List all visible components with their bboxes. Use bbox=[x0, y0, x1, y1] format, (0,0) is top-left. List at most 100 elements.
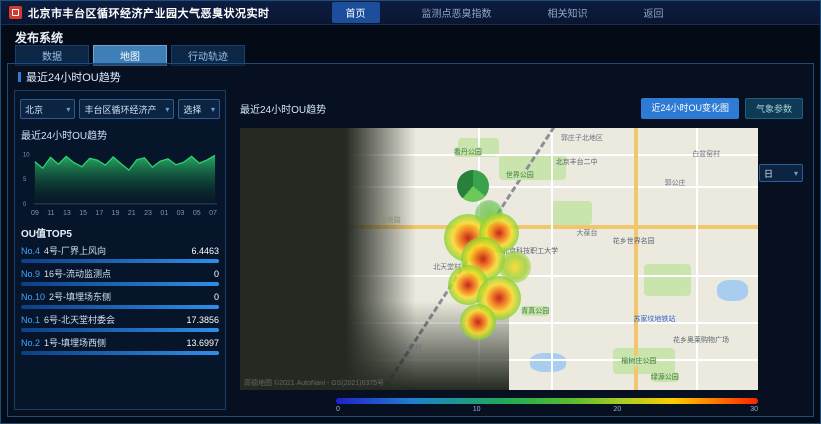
park-select[interactable]: 丰台区循环经济产 ▾ bbox=[79, 99, 174, 119]
panel-title: 最近24小时OU趋势 bbox=[18, 69, 121, 85]
x-tick-label: 11 bbox=[47, 210, 54, 217]
list-item[interactable]: No.9 16号-流动监测点 0 bbox=[21, 267, 219, 286]
nav-item-back[interactable]: 返回 bbox=[630, 2, 678, 23]
value-bar bbox=[21, 259, 219, 263]
chevron-down-icon: ▾ bbox=[165, 105, 169, 114]
legend-tick: 10 bbox=[473, 406, 481, 413]
top-bar: 北京市丰台区循环经济产业园大气恶臭状况实时 首页 监测点恶臭指数 相关知识 返回 bbox=[1, 1, 820, 25]
rank-badge: No.10 bbox=[21, 292, 45, 302]
period-select-value: 日 bbox=[764, 167, 773, 180]
x-tick-label: 21 bbox=[128, 210, 136, 217]
map-label: 青真公园 bbox=[521, 306, 549, 316]
rank-badge: No.2 bbox=[21, 338, 40, 348]
region-select-value: 北京 bbox=[25, 103, 43, 116]
camera-icon bbox=[9, 6, 22, 19]
list-item[interactable]: No.2 1号-填埋场西侧 13.6997 bbox=[21, 336, 219, 355]
map-label: 京良路 bbox=[380, 215, 401, 225]
point-select-value: 选择 bbox=[183, 103, 201, 116]
x-tick-label: 01 bbox=[160, 210, 168, 217]
map-label: 苏家坟地铁站 bbox=[633, 314, 675, 324]
x-tick-label: 05 bbox=[193, 210, 201, 217]
map-label: 北京丰台二中 bbox=[556, 157, 598, 167]
main-nav: 首页 监测点恶臭指数 相关知识 返回 bbox=[332, 2, 678, 23]
trend-chart-svg: 10 5 0 bbox=[21, 144, 219, 210]
station-name: 6号-北天堂村委会 bbox=[44, 313, 186, 326]
svg-text:10: 10 bbox=[23, 152, 30, 158]
heatmap-legend: 0102030 bbox=[336, 398, 758, 416]
ou-value: 17.3856 bbox=[186, 315, 219, 325]
nav-item-home[interactable]: 首页 bbox=[332, 2, 380, 23]
x-tick-label: 19 bbox=[112, 210, 120, 217]
nav-item-knowledge[interactable]: 相关知识 bbox=[534, 2, 602, 23]
station-name: 2号-填埋场东侧 bbox=[49, 290, 214, 303]
value-bar bbox=[21, 282, 219, 286]
point-select[interactable]: 选择 ▾ bbox=[178, 99, 220, 119]
map-canvas[interactable]: 高德地图 ©2021 AutoNavi - GS(2021)6375号 郭庄子北… bbox=[240, 128, 758, 390]
period-select[interactable]: 日 ▾ bbox=[759, 164, 803, 182]
x-tick-label: 07 bbox=[209, 210, 217, 217]
top5-list: No.4 4号-厂界上风向 6.4463 No.9 16号-流动监测点 0 No… bbox=[15, 244, 225, 355]
map-road bbox=[696, 128, 698, 390]
ou-value: 0 bbox=[214, 292, 219, 302]
ou-value: 13.6997 bbox=[186, 338, 219, 348]
nav-item-odor-index[interactable]: 监测点恶臭指数 bbox=[408, 2, 506, 23]
list-item[interactable]: No.10 2号-填埋场东侧 0 bbox=[21, 290, 219, 309]
map-label: 花乡世界名园 bbox=[613, 236, 655, 246]
map-road-major bbox=[634, 128, 638, 390]
ou-value: 6.4463 bbox=[191, 246, 219, 256]
trend-area-chart: 10 5 0 bbox=[21, 144, 219, 210]
legend-tick: 30 bbox=[750, 406, 758, 413]
trend-chart-title: 最近24小时OU趋势 bbox=[15, 121, 225, 144]
chevron-down-icon: ▾ bbox=[211, 105, 215, 114]
rank-badge: No.9 bbox=[21, 269, 40, 279]
x-tick-label: 03 bbox=[177, 210, 185, 217]
x-tick-label: 23 bbox=[144, 210, 152, 217]
value-bar bbox=[21, 328, 219, 332]
chevron-down-icon: ▾ bbox=[794, 169, 798, 178]
chevron-down-icon: ▾ bbox=[66, 105, 70, 114]
station-name: 4号-厂界上风向 bbox=[44, 244, 191, 257]
station-name: 1号-填埋场西侧 bbox=[44, 336, 186, 349]
list-item[interactable]: No.4 4号-厂界上风向 6.4463 bbox=[21, 244, 219, 263]
map-water-area bbox=[717, 280, 748, 301]
weather-params-button[interactable]: 气象参数 bbox=[745, 98, 803, 119]
ou-value: 0 bbox=[214, 269, 219, 279]
map-label: 榆树庄公园 bbox=[621, 356, 656, 366]
x-tick-label: 17 bbox=[95, 210, 103, 217]
app-window: 北京市丰台区循环经济产业园大气恶臭状况实时 首页 监测点恶臭指数 相关知识 返回… bbox=[0, 0, 821, 424]
map-pie-marker bbox=[457, 170, 489, 202]
ou-change-chart-button[interactable]: 近24小时OU变化图 bbox=[641, 98, 739, 119]
region-select[interactable]: 北京 ▾ bbox=[20, 99, 75, 119]
map-label: 白盆窑村 bbox=[692, 149, 720, 159]
svg-text:5: 5 bbox=[23, 177, 27, 183]
map-label: 王庄村 bbox=[400, 343, 421, 353]
trend-x-axis: 091113151719212301030507 bbox=[15, 210, 225, 217]
map-label: 花乡奥莱购物广场 bbox=[673, 335, 729, 345]
map-label: 大葆台 bbox=[577, 228, 598, 238]
map-water-area bbox=[530, 353, 566, 371]
system-label: 发布系统 bbox=[15, 29, 63, 46]
rank-badge: No.4 bbox=[21, 246, 40, 256]
map-section-title: 最近24小时OU趋势 bbox=[240, 101, 326, 116]
app-title: 北京市丰台区循环经济产业园大气恶臭状况实时 bbox=[28, 5, 270, 21]
value-bar bbox=[21, 305, 219, 309]
x-tick-label: 09 bbox=[31, 210, 39, 217]
map-label: 绿源公园 bbox=[651, 372, 679, 382]
svg-text:0: 0 bbox=[23, 202, 27, 208]
main-panel: 最近24小时OU趋势 北京 ▾ 丰台区循环经济产 ▾ 选择 ▾ 最近24小时OU… bbox=[7, 63, 814, 417]
map-road bbox=[551, 128, 553, 390]
rank-badge: No.1 bbox=[21, 315, 40, 325]
heatmap-legend-gradient bbox=[336, 398, 758, 404]
park-select-value: 丰台区循环经济产 bbox=[84, 103, 156, 116]
x-tick-label: 15 bbox=[79, 210, 87, 217]
map-attribution: 高德地图 ©2021 AutoNavi - GS(2021)6375号 bbox=[244, 378, 384, 388]
left-panel: 北京 ▾ 丰台区循环经济产 ▾ 选择 ▾ 最近24小时OU趋势 1050 091… bbox=[14, 90, 226, 410]
list-item[interactable]: No.1 6号-北天堂村委会 17.3856 bbox=[21, 313, 219, 332]
value-bar bbox=[21, 351, 219, 355]
map-toolbar: 近24小时OU变化图 气象参数 bbox=[641, 98, 803, 119]
map-park-area bbox=[551, 201, 592, 225]
heatmap-legend-ticks: 0102030 bbox=[336, 406, 758, 416]
legend-tick: 0 bbox=[336, 406, 340, 413]
top5-title: OU值TOP5 bbox=[15, 217, 225, 244]
map-label: 郭公庄 bbox=[665, 178, 686, 188]
